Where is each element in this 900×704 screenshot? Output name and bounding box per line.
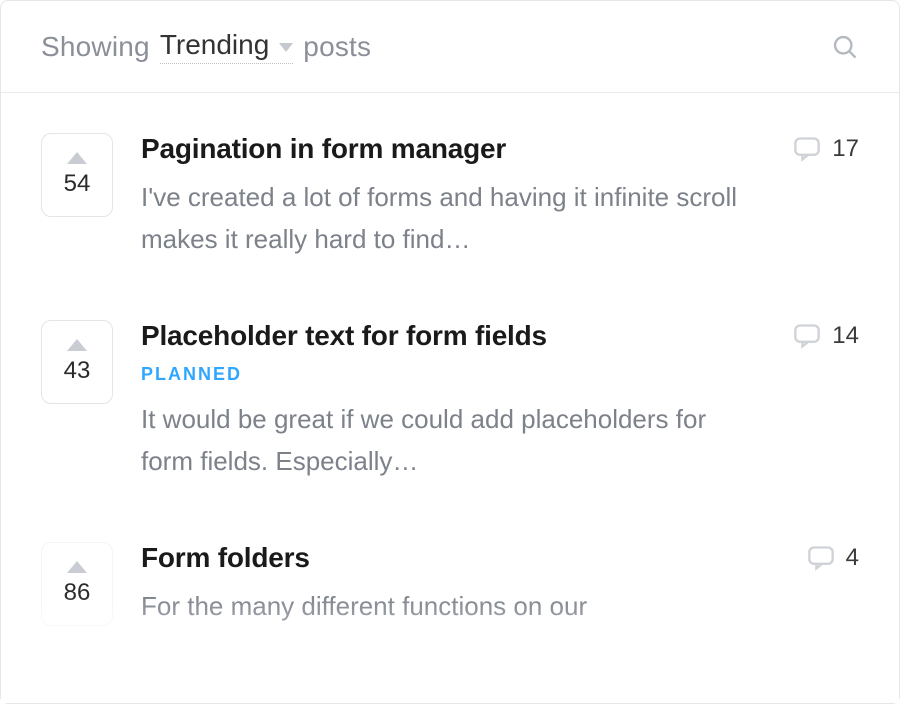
comment-count: 17 [832, 135, 859, 163]
post-title[interactable]: Form folders [141, 542, 778, 574]
sort-dropdown[interactable]: Trending [160, 29, 293, 64]
chevron-down-icon [279, 43, 293, 52]
post-excerpt: I've created a lot of forms and having i… [141, 177, 764, 260]
upvote-arrow-icon [67, 339, 87, 351]
comment-icon [792, 322, 822, 350]
comment-icon [792, 135, 822, 163]
status-badge: PLANNED [141, 364, 764, 385]
vote-count: 86 [64, 579, 91, 607]
upvote-button[interactable]: 43 [41, 320, 113, 404]
post-body: Placeholder text for form fields PLANNED… [141, 320, 764, 482]
upvote-button[interactable]: 86 [41, 542, 113, 626]
post-excerpt: For the many different functions on our [141, 586, 778, 628]
post-item[interactable]: 86 Form folders For the many different f… [1, 512, 899, 658]
post-list: 54 Pagination in form manager I've creat… [1, 93, 899, 703]
post-title[interactable]: Placeholder text for form fields [141, 320, 764, 352]
comments-link[interactable]: 17 [792, 135, 859, 163]
comment-icon [806, 544, 836, 572]
post-body: Form folders For the many different func… [141, 542, 778, 628]
post-item[interactable]: 54 Pagination in form manager I've creat… [1, 103, 899, 290]
vote-count: 43 [64, 357, 91, 385]
upvote-button[interactable]: 54 [41, 133, 113, 217]
posts-label: posts [303, 31, 371, 63]
upvote-arrow-icon [67, 561, 87, 573]
search-icon[interactable] [831, 33, 859, 61]
comment-count: 14 [832, 322, 859, 350]
header-bar: Showing Trending posts [1, 1, 899, 93]
vote-count: 54 [64, 170, 91, 198]
comments-link[interactable]: 14 [792, 322, 859, 350]
feedback-board: Showing Trending posts 54 Pagination in … [0, 0, 900, 704]
comment-count: 4 [846, 544, 859, 572]
sort-value: Trending [160, 29, 269, 61]
comments-link[interactable]: 4 [806, 544, 859, 572]
post-excerpt: It would be great if we could add placeh… [141, 399, 764, 482]
showing-label: Showing [41, 31, 150, 63]
post-item[interactable]: 43 Placeholder text for form fields PLAN… [1, 290, 899, 512]
post-body: Pagination in form manager I've created … [141, 133, 764, 260]
post-title[interactable]: Pagination in form manager [141, 133, 764, 165]
upvote-arrow-icon [67, 152, 87, 164]
